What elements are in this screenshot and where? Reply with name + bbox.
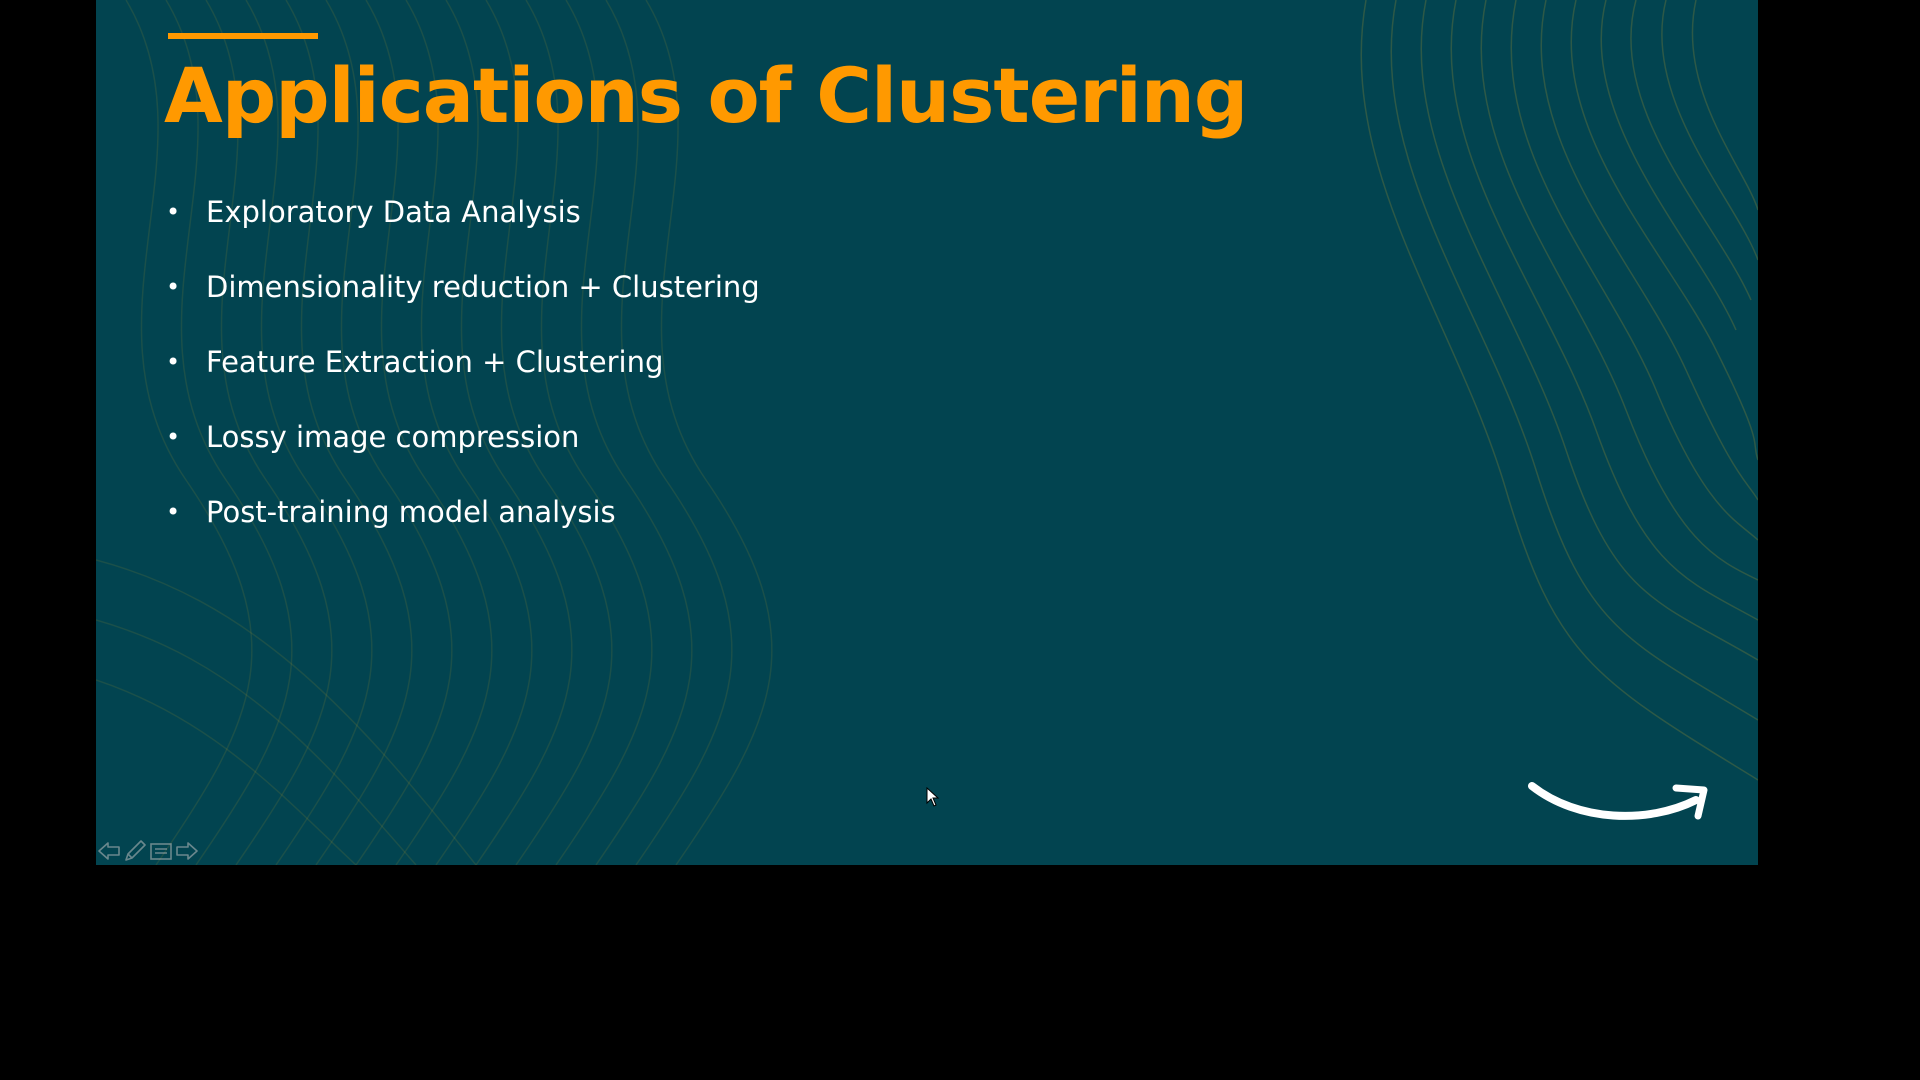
pen-icon[interactable] xyxy=(122,838,148,864)
slide-title: Applications of Clustering xyxy=(164,51,1248,140)
bullet-glyph: • xyxy=(166,348,181,376)
bullet-glyph: • xyxy=(166,423,181,451)
bullet-text: Post-training model analysis xyxy=(206,495,616,529)
bullet-text: Feature Extraction + Clustering xyxy=(206,345,664,379)
slide[interactable]: Applications of Clustering • Exploratory… xyxy=(96,0,1758,865)
bullet-glyph: • xyxy=(166,273,181,301)
amazon-smile-icon xyxy=(1528,782,1708,820)
title-accent-bar xyxy=(168,33,318,39)
list-item: • Exploratory Data Analysis xyxy=(164,186,760,261)
bullet-text: Exploratory Data Analysis xyxy=(206,195,581,229)
presentation-viewer: Applications of Clustering • Exploratory… xyxy=(0,0,1920,1080)
list-item: • Lossy image compression xyxy=(164,411,760,486)
slide-controls xyxy=(96,837,206,865)
bullet-text: Lossy image compression xyxy=(206,420,580,454)
arrow-right-icon[interactable] xyxy=(174,838,200,864)
list-item: • Post-training model analysis xyxy=(164,486,760,561)
list-item: • Dimensionality reduction + Clustering xyxy=(164,261,760,336)
list-item: • Feature Extraction + Clustering xyxy=(164,336,760,411)
bullet-glyph: • xyxy=(166,498,181,526)
mouse-cursor-icon xyxy=(926,787,940,807)
bullet-list: • Exploratory Data Analysis • Dimensiona… xyxy=(164,186,760,561)
bullet-glyph: • xyxy=(166,198,181,226)
menu-icon[interactable] xyxy=(148,838,174,864)
arrow-left-icon[interactable] xyxy=(96,838,122,864)
bullet-text: Dimensionality reduction + Clustering xyxy=(206,270,760,304)
